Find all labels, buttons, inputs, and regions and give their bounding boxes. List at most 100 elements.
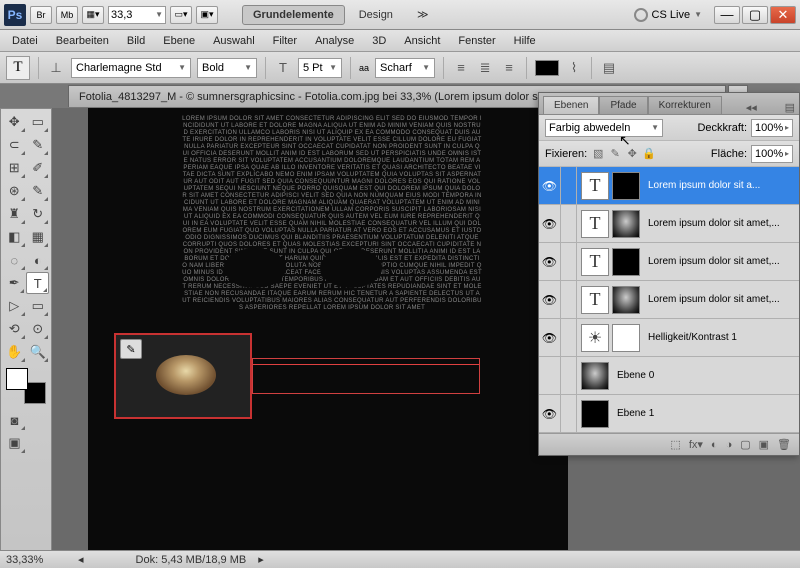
bridge-button[interactable]: Br [30,6,52,24]
view-extras-button[interactable]: ▦▾ [82,6,104,24]
path-select-tool[interactable]: ▷ [3,295,26,317]
menu-auswahl[interactable]: Auswahl [211,33,257,49]
antialias-select[interactable]: Scharf▼ [375,58,435,78]
menu-fenster[interactable]: Fenster [456,33,497,49]
3d-camera-tool[interactable]: ⊙ [27,318,50,340]
align-left-icon[interactable]: ≡ [452,59,470,77]
delete-layer-icon[interactable]: 🗑 [777,438,791,451]
adjustment-layer-icon[interactable]: ◑ [726,439,733,451]
zoom-tool[interactable]: 🔍 [27,341,50,363]
healing-tool[interactable]: ⊛ [3,180,26,202]
font-size-select[interactable]: 5 Pt▼ [298,58,342,78]
status-doc-size[interactable]: Dok: 5,43 MB/18,9 MB [136,554,247,566]
panel-menu-icon[interactable]: ▤ [785,101,795,114]
maximize-button[interactable]: ▢ [742,6,768,24]
dodge-tool[interactable]: ◐ [27,249,50,271]
layer-row[interactable]: 👁TLorem ipsum dolor sit amet,... [539,243,799,281]
layer-row[interactable]: 👁 T Lorem ipsum dolor sit amet,... [539,205,799,243]
tab-korrekturen[interactable]: Korrekturen [648,96,722,114]
menu-ebene[interactable]: Ebene [161,33,197,49]
character-panel-icon[interactable]: ▤ [600,59,618,77]
stamp-tool[interactable]: ♜ [3,203,26,225]
workspace-design-tab[interactable]: Design [349,6,403,24]
layer-thumbnail[interactable]: T [581,210,609,238]
hand-tool[interactable]: ✋ [3,341,26,363]
visibility-toggle[interactable] [539,357,561,394]
menu-hilfe[interactable]: Hilfe [512,33,538,49]
lock-transparency-icon[interactable]: ▧ [591,147,605,160]
layer-name-label[interactable]: Lorem ipsum dolor sit amet,... [644,256,799,267]
panel-collapse-icon[interactable]: ◂◂ [746,101,757,114]
menu-filter[interactable]: Filter [271,33,299,49]
close-button[interactable]: ✕ [770,6,796,24]
visibility-toggle[interactable]: 👁 [539,395,561,432]
foreground-swatch[interactable] [6,368,28,390]
layer-name-label[interactable]: Lorem ipsum dolor sit amet,... [644,294,799,305]
align-right-icon[interactable]: ≡ [500,59,518,77]
font-style-select[interactable]: Bold▼ [197,58,257,78]
cslive-label[interactable]: CS Live [652,9,691,21]
marquee-tool[interactable]: ▭ [27,111,50,133]
visibility-toggle[interactable]: 👁 [539,243,561,280]
layer-thumbnail[interactable]: T [581,172,609,200]
font-family-select[interactable]: Charlemagne Std▼ [71,58,191,78]
minibridge-button[interactable]: Mb [56,6,78,24]
type-tool[interactable]: T [26,272,49,294]
screen-mode-button[interactable]: ▣▾ [196,6,218,24]
layer-thumbnail[interactable] [612,210,640,238]
workspace-essentials-tab[interactable]: Grundelemente [242,5,345,25]
layer-row[interactable]: 👁 T Lorem ipsum dolor sit amet,... [539,281,799,319]
navigator-tool-icon[interactable]: ✎ [120,339,142,359]
status-scroll-left-icon[interactable]: ◂ [78,553,84,566]
crop-tool[interactable]: ⊞ [3,157,26,179]
minimize-button[interactable]: ― [714,6,740,24]
layer-name-label[interactable]: Helligkeit/Kontrast 1 [644,332,799,343]
pen-tool[interactable]: ✒ [3,272,25,294]
layer-thumbnail[interactable] [581,400,609,428]
workspace-more-button[interactable]: ≫ [407,5,439,24]
visibility-toggle[interactable]: 👁 [539,319,561,356]
visibility-toggle[interactable]: 👁 [539,281,561,318]
new-layer-icon[interactable]: ▣ [759,438,769,451]
group-icon[interactable]: ▢ [740,438,750,451]
gradient-tool[interactable]: ▦ [27,226,50,248]
menu-bild[interactable]: Bild [125,33,147,49]
blur-tool[interactable]: ◌ [3,249,26,271]
layer-name-label[interactable]: Lorem ipsum dolor sit a... [644,180,799,191]
shape-tool[interactable]: ▭ [27,295,50,317]
blend-mode-select[interactable]: Farbig abwedeln▼ [545,119,663,137]
status-zoom[interactable]: 33,33% [6,554,66,566]
layer-name-label[interactable]: Ebene 0 [613,370,799,381]
visibility-toggle[interactable]: 👁 [539,205,561,242]
eyedropper-tool[interactable]: ✐ [27,157,50,179]
menu-ansicht[interactable]: Ansicht [402,33,442,49]
link-layers-icon[interactable]: ⬚ [670,438,680,451]
menu-bearbeiten[interactable]: Bearbeiten [54,33,111,49]
quick-select-tool[interactable]: ✎ [27,134,50,156]
history-brush-tool[interactable]: ↻ [27,203,50,225]
layer-name-label[interactable]: Lorem ipsum dolor sit amet,... [644,218,799,229]
text-color-swatch[interactable] [535,60,559,76]
layer-thumbnail[interactable] [581,324,609,352]
opacity-input[interactable]: 100%▸ [751,119,793,137]
align-center-icon[interactable]: ≣ [476,59,494,77]
layer-thumbnail[interactable] [581,362,609,390]
layer-thumbnail[interactable] [612,248,640,276]
layer-thumbnail[interactable]: T [581,286,609,314]
screenmode-toggle[interactable]: ▣ [3,432,26,454]
layer-thumbnail[interactable] [612,172,640,200]
3d-rotate-tool[interactable]: ⟲ [3,318,26,340]
arrange-button[interactable]: ▭▾ [170,6,192,24]
menu-3d[interactable]: 3D [370,33,388,49]
fill-input[interactable]: 100%▸ [751,145,793,163]
layer-row[interactable]: 👁 T Lorem ipsum dolor sit a... [539,167,799,205]
color-swatches[interactable] [6,368,46,404]
menu-datei[interactable]: Datei [10,33,40,49]
layer-row[interactable]: 👁Ebene 1 [539,395,799,433]
zoom-select[interactable]: 33,3▼ [108,6,166,24]
layer-mask-icon[interactable]: ◐ [711,439,718,451]
visibility-toggle[interactable]: 👁 [539,167,561,204]
eraser-tool[interactable]: ◧ [3,226,26,248]
current-tool-indicator[interactable]: T [6,56,30,80]
navigator-preview[interactable]: ✎ [114,333,252,419]
